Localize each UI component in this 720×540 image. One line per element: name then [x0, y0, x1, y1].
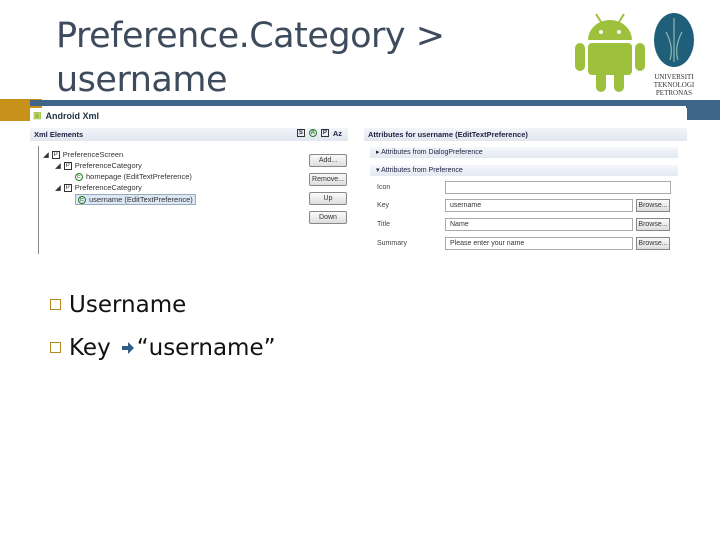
window-title: ▣ Android Xml	[33, 110, 99, 121]
section-label: Attributes from DialogPreference	[381, 149, 483, 156]
xml-tree: ◢ P PreferenceScreen ◢ P PreferenceCategory …	[38, 146, 298, 254]
summary-label: Summary	[377, 240, 407, 247]
attribute-a-icon[interactable]: A	[308, 129, 317, 137]
preference-icon: P	[63, 183, 72, 192]
slide-title: Preference.Category > username	[56, 14, 445, 102]
xml-elements-header: Xml Elements S A P Az	[30, 128, 348, 141]
android-xml-screenshot: ▣ Android Xml Xml Elements S A P Az Attri…	[30, 108, 687, 256]
node-label: PreferenceScreen	[62, 150, 124, 159]
bullet-item: Key “username”	[50, 326, 276, 369]
arrow-right-icon	[121, 341, 134, 354]
remove-button[interactable]: Remove...	[309, 173, 347, 186]
summary-browse-button[interactable]: Browse...	[636, 237, 670, 250]
utp-logo: UNIVERSITI TEKNOLOGI PETRONAS	[652, 12, 696, 97]
tree-node[interactable]: Ehomepage (EditTextPreference)	[75, 172, 192, 181]
bullet-item: Username	[50, 283, 276, 326]
sort-alpha-icon[interactable]: Az	[333, 129, 342, 138]
bullet-value: “username”	[136, 334, 276, 361]
title-line-2: username	[56, 60, 227, 100]
bullet-text: Username	[69, 291, 187, 318]
expand-icon[interactable]: ◢	[43, 150, 49, 159]
attributes-header: Attributes for username (EditTextPrefere…	[364, 128, 687, 141]
preference-icon: P	[63, 161, 72, 170]
tree-node[interactable]: ◢ P PreferenceCategory	[55, 161, 142, 170]
edittext-icon: E	[78, 195, 86, 204]
bullet-list: Username Key “username”	[50, 283, 276, 369]
title-field[interactable]: Name	[445, 218, 633, 231]
tree-node[interactable]: ◢ P PreferenceCategory	[55, 183, 142, 192]
icon-field[interactable]	[445, 181, 671, 194]
title-browse-button[interactable]: Browse...	[636, 218, 670, 231]
expand-icon[interactable]: ◢	[55, 183, 61, 192]
tree-node-selected[interactable]: Eusername (EditTextPreference)	[75, 194, 196, 205]
header-divider	[30, 100, 720, 106]
node-label: homepage (EditTextPreference)	[86, 172, 192, 181]
edittext-icon: E	[75, 172, 83, 181]
node-label: username (EditTextPreference)	[89, 195, 193, 204]
android-icon: ▣	[33, 110, 42, 120]
key-browse-button[interactable]: Browse...	[636, 199, 670, 212]
expand-icon[interactable]: ◢	[55, 161, 61, 170]
title-line-1: Preference.Category >	[56, 16, 445, 56]
window-title-text: Android Xml	[45, 110, 100, 121]
header-divider-right	[686, 100, 720, 120]
preference-p-icon[interactable]: P	[320, 129, 329, 137]
tree-node[interactable]: ◢ P PreferenceScreen	[43, 150, 123, 159]
section-dialog-preference[interactable]: ▸ Attributes from DialogPreference	[370, 147, 678, 158]
bullet-text: Key	[69, 334, 111, 361]
key-label: Key	[377, 202, 390, 209]
android-logo	[575, 13, 645, 92]
xml-elements-title: Xml Elements	[34, 130, 84, 139]
up-button[interactable]: Up	[309, 192, 347, 205]
bullet-square-icon	[50, 342, 61, 353]
bullet-square-icon	[50, 299, 61, 310]
sort-s-icon[interactable]: S	[296, 129, 305, 137]
node-label: PreferenceCategory	[74, 161, 142, 170]
node-label: PreferenceCategory	[74, 183, 142, 192]
section-preference[interactable]: ▾ Attributes from Preference	[370, 165, 678, 176]
summary-field[interactable]: Please enter your name	[445, 237, 633, 250]
add-button[interactable]: Add...	[309, 154, 347, 167]
preference-icon: P	[51, 150, 60, 159]
section-label: Attributes from Preference	[381, 167, 463, 174]
icon-label: Icon	[377, 184, 391, 191]
title-label: Title	[377, 221, 390, 228]
key-field[interactable]: username	[445, 199, 633, 212]
down-button[interactable]: Down	[309, 211, 347, 224]
